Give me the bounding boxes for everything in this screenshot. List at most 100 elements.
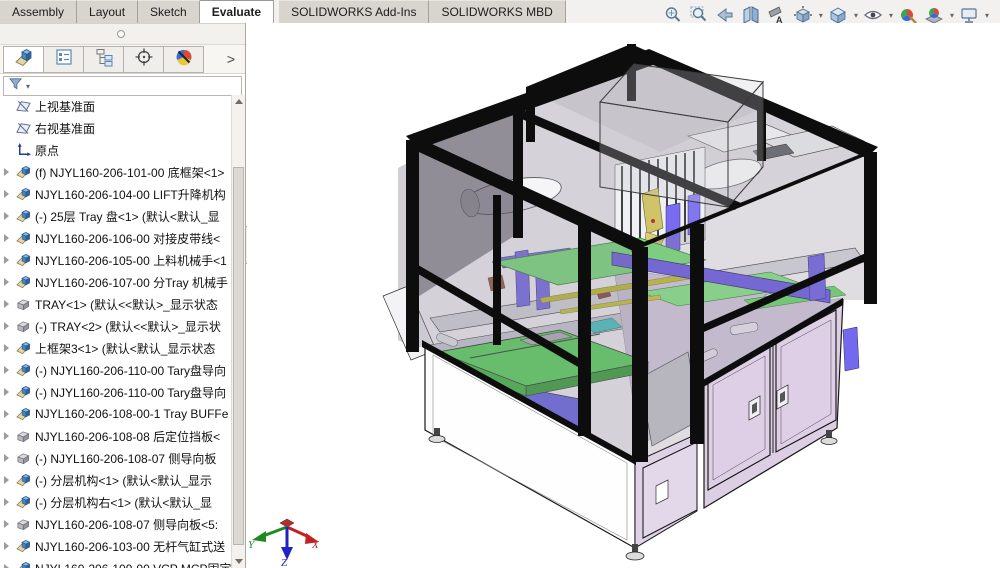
ribbon-tab-solidworks-mbd[interactable]: SOLIDWORKS MBD bbox=[429, 0, 566, 24]
assembly-icon bbox=[15, 363, 32, 378]
tree-item[interactable]: (-) NJYL160-206-108-07 侧导向板 bbox=[0, 447, 232, 469]
tree-scrollbar[interactable] bbox=[231, 95, 245, 568]
dropdown-caret-icon[interactable]: ▾ bbox=[819, 11, 823, 20]
tree-item-label: 原点 bbox=[35, 143, 60, 158]
pane-tabs: > bbox=[0, 45, 245, 74]
graphics-viewport[interactable]: Y X Z bbox=[247, 23, 1000, 568]
feature-tree: 上视基准面右视基准面原点 (f) NJYL160-206-101-00 底框架<1… bbox=[0, 95, 232, 568]
tree-item[interactable]: NJYL160-206-105-00 上料机械手<1 bbox=[0, 249, 232, 271]
tree-item[interactable]: NJYL160-206-106-00 对接皮带线< bbox=[0, 227, 232, 249]
tree-item-label: (f) NJYL160-206-101-00 底框架<1> bbox=[35, 165, 225, 180]
panel-splitter[interactable] bbox=[0, 23, 245, 45]
scroll-up-icon[interactable] bbox=[232, 95, 245, 108]
assembly-icon bbox=[15, 561, 32, 568]
expand-arrow-icon[interactable] bbox=[4, 234, 15, 242]
ribbon-tab-sketch[interactable]: Sketch bbox=[138, 0, 200, 24]
pane-tab-configurationmanager[interactable] bbox=[83, 45, 124, 73]
filter-caret-icon[interactable]: ▾ bbox=[26, 82, 30, 91]
tree-item[interactable]: (-) NJYL160-206-110-00 Tary盘导向 bbox=[0, 381, 232, 403]
tree-item-label: (-) 分层机构<1> (默认<默认_显示 bbox=[35, 473, 213, 488]
expand-arrow-icon[interactable] bbox=[4, 388, 15, 396]
scrollbar-thumb[interactable] bbox=[233, 167, 244, 545]
expand-arrow-icon[interactable] bbox=[4, 190, 15, 198]
tree-item-label: 上框架3<1> (默认<默认_显示状态 bbox=[35, 341, 216, 356]
assembly-icon bbox=[15, 473, 32, 488]
tree-item-label: NJYL160-206-109-00 VCP MCP固定 bbox=[35, 560, 232, 568]
tree-item[interactable]: 右视基准面 bbox=[0, 117, 232, 139]
tree-item[interactable]: NJYL160-206-104-00 LIFT升降机构 bbox=[0, 183, 232, 205]
part-icon bbox=[15, 319, 32, 334]
tree-filter-input[interactable]: ▾ bbox=[3, 76, 242, 96]
featuremanager-tree-icon bbox=[14, 47, 34, 72]
tree-item-label: (-) 分层机构右<1> (默认<默认_显 bbox=[35, 495, 213, 510]
part-icon bbox=[15, 297, 32, 312]
dropdown-caret-icon[interactable]: ▾ bbox=[854, 11, 858, 20]
dropdown-caret-icon[interactable]: ▾ bbox=[889, 11, 893, 20]
expand-arrow-icon[interactable] bbox=[4, 476, 15, 484]
filter-funnel-icon[interactable] bbox=[8, 76, 23, 96]
expand-arrow-icon[interactable] bbox=[4, 256, 15, 264]
pane-tabs-overflow-chevron[interactable]: > bbox=[227, 52, 235, 66]
tree-item[interactable]: (-) NJYL160-206-110-00 Tary盘导向 bbox=[0, 359, 232, 381]
triad-x-label: X bbox=[311, 539, 320, 551]
tree-item[interactable]: NJYL160-206-108-08 后定位挡板< bbox=[0, 425, 232, 447]
expand-arrow-icon[interactable] bbox=[4, 168, 15, 176]
splitter-dot-icon[interactable] bbox=[117, 30, 125, 38]
ribbon-tab-evaluate[interactable]: Evaluate bbox=[199, 0, 275, 24]
tree-item[interactable]: (-) 分层机构右<1> (默认<默认_显 bbox=[0, 491, 232, 513]
tree-item[interactable]: (f) NJYL160-206-101-00 底框架<1> bbox=[0, 161, 232, 183]
tree-item[interactable]: 原点 bbox=[0, 139, 232, 161]
expand-arrow-icon[interactable] bbox=[4, 520, 15, 528]
part-icon bbox=[15, 451, 32, 466]
tree-item[interactable]: TRAY<1> (默认<<默认>_显示状态 bbox=[0, 293, 232, 315]
dropdown-caret-icon[interactable]: ▾ bbox=[985, 11, 989, 20]
assembly-icon bbox=[15, 187, 32, 202]
expand-arrow-icon[interactable] bbox=[4, 454, 15, 462]
expand-arrow-icon[interactable] bbox=[4, 432, 15, 440]
expand-arrow-icon[interactable] bbox=[4, 564, 15, 568]
dropdown-caret-icon[interactable]: ▾ bbox=[950, 11, 954, 20]
assembly-3d-model[interactable]: Y X Z bbox=[247, 23, 1000, 568]
assembly-icon bbox=[15, 539, 32, 554]
tree-item[interactable]: NJYL160-206-108-00-1 Tray BUFFe bbox=[0, 403, 232, 425]
pane-tab-featuremanager[interactable] bbox=[3, 45, 44, 73]
tree-item-label: 上视基准面 bbox=[35, 99, 96, 114]
tree-item[interactable]: NJYL160-206-109-00 VCP MCP固定 bbox=[0, 557, 232, 568]
pane-tab-dimxpertmanager[interactable] bbox=[123, 45, 164, 73]
expand-arrow-icon[interactable] bbox=[4, 278, 15, 286]
tree-item-label: TRAY<1> (默认<<默认>_显示状态 bbox=[35, 297, 218, 312]
ribbon-tab-solidworks-add-ins[interactable]: SOLIDWORKS Add-Ins bbox=[279, 0, 430, 24]
expand-arrow-icon[interactable] bbox=[4, 212, 15, 220]
expand-arrow-icon[interactable] bbox=[4, 498, 15, 506]
expand-arrow-icon[interactable] bbox=[4, 344, 15, 352]
ribbon-tab-layout[interactable]: Layout bbox=[77, 0, 139, 24]
expand-arrow-icon[interactable] bbox=[4, 300, 15, 308]
tree-item[interactable]: (-) 25层 Tray 盘<1> (默认<默认_显 bbox=[0, 205, 232, 227]
scroll-down-icon[interactable] bbox=[232, 555, 245, 568]
tree-item[interactable]: (-) 分层机构<1> (默认<默认_显示 bbox=[0, 469, 232, 491]
displaymanager-icon bbox=[174, 47, 194, 72]
tree-item-label: NJYL160-206-106-00 对接皮带线< bbox=[35, 231, 221, 246]
tree-item[interactable]: 上框架3<1> (默认<默认_显示状态 bbox=[0, 337, 232, 359]
assembly-icon bbox=[15, 495, 32, 510]
propertymanager-icon bbox=[54, 47, 74, 72]
tree-item-label: NJYL160-206-103-00 无杆气缸式送 bbox=[35, 539, 226, 554]
tree-item[interactable]: (-) TRAY<2> (默认<<默认>_显示状 bbox=[0, 315, 232, 337]
assembly-icon bbox=[15, 275, 32, 290]
machine-model bbox=[382, 44, 878, 561]
expand-arrow-icon[interactable] bbox=[4, 542, 15, 550]
expand-arrow-icon[interactable] bbox=[4, 366, 15, 374]
tree-item-label: NJYL160-206-108-00-1 Tray BUFFe bbox=[35, 407, 229, 421]
tree-item[interactable]: NJYL160-206-107-00 分Tray 机械手 bbox=[0, 271, 232, 293]
ribbon-tabs: Assembly Layout Sketch Evaluate SOLIDWORKS A… bbox=[0, 0, 566, 24]
tree-item-label: NJYL160-206-105-00 上料机械手<1 bbox=[35, 253, 227, 268]
pane-tab-displaymanager[interactable] bbox=[163, 45, 204, 73]
expand-arrow-icon[interactable] bbox=[4, 410, 15, 418]
tree-item[interactable]: NJYL160-206-103-00 无杆气缸式送 bbox=[0, 535, 232, 557]
tree-item-label: NJYL160-206-107-00 分Tray 机械手 bbox=[35, 275, 228, 290]
expand-arrow-icon[interactable] bbox=[4, 322, 15, 330]
ribbon-tab-assembly[interactable]: Assembly bbox=[0, 0, 78, 24]
tree-item[interactable]: 上视基准面 bbox=[0, 95, 232, 117]
pane-tab-propertymanager[interactable] bbox=[43, 45, 84, 73]
tree-item[interactable]: NJYL160-206-108-07 侧导向板<5: bbox=[0, 513, 232, 535]
